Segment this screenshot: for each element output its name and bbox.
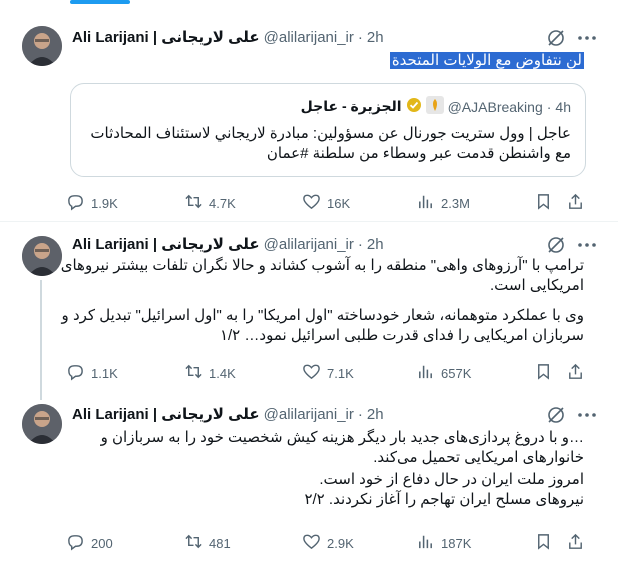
bookmark-button[interactable] <box>534 362 553 384</box>
tweet-paragraph: نیروهای مسلح ایران تهاجم را آغاز نکردند.… <box>304 491 584 508</box>
views-icon <box>416 362 435 384</box>
like-count: 16K <box>327 195 351 211</box>
tweet-header: Ali Larijani | علی لاریجانی @alilarijani… <box>72 234 384 254</box>
like-icon <box>302 192 321 214</box>
bookmark-button[interactable] <box>534 532 553 554</box>
tweet-3[interactable]: Ali Larijani | علی لاریجانی @alilarijani… <box>0 392 618 564</box>
author-name[interactable]: Ali Larijani | علی لاریجانی <box>72 28 260 46</box>
views-icon <box>416 532 435 554</box>
views-button[interactable]: 657K <box>416 362 471 384</box>
active-tab-indicator <box>70 0 130 4</box>
views-button[interactable]: 2.3M <box>416 192 470 214</box>
tweet-paragraph: ترامپ با "آرزوهای واهی" منطقه را به آشوب… <box>60 257 584 294</box>
thread-connector <box>40 280 42 400</box>
repost-button[interactable]: 481 <box>184 532 231 554</box>
tweet-paragraph: امروز ملت ایران در حال دفاع از خود است. <box>319 471 584 488</box>
more-icon[interactable] <box>576 235 598 255</box>
avatar[interactable] <box>22 26 62 66</box>
tweet-actions: 1.9K 4.7K 16K 2.3M <box>66 192 582 214</box>
tweet-actions: 200 481 2.9K 187K <box>66 532 582 554</box>
reply-button[interactable]: 200 <box>66 532 113 554</box>
like-count: 7.1K <box>327 365 354 381</box>
repost-count: 4.7K <box>209 195 236 211</box>
timestamp[interactable]: 2h <box>367 406 384 423</box>
quote-header: الجزيرة - عاجل @AJABreaking · 4h <box>301 96 571 117</box>
author-name[interactable]: Ali Larijani | علی لاریجانی <box>72 405 260 423</box>
share-icon <box>566 532 585 554</box>
verified-badge-icon <box>406 97 422 116</box>
quote-timestamp: 4h <box>555 98 571 115</box>
share-icon <box>566 362 585 384</box>
views-count: 657K <box>441 365 472 381</box>
like-count: 2.9K <box>327 535 354 551</box>
like-button[interactable]: 16K <box>302 192 350 214</box>
reply-icon <box>66 532 85 554</box>
bookmark-icon <box>534 532 553 554</box>
separator-dot: · <box>357 235 363 253</box>
views-count: 187K <box>441 535 472 551</box>
author-name[interactable]: Ali Larijani | علی لاریجانی <box>72 235 260 253</box>
views-count: 2.3M <box>441 195 470 211</box>
tweet-text: …و با دروغ پردازی‌های جدید بار دیگر هزین… <box>60 428 584 510</box>
author-handle[interactable]: @alilarijani_ir <box>264 236 354 253</box>
grok-icon[interactable] <box>546 405 566 425</box>
separator-dot: · <box>357 405 363 423</box>
repost-button[interactable]: 4.7K <box>184 192 236 214</box>
like-button[interactable]: 7.1K <box>302 362 354 384</box>
tweet-1[interactable]: Ali Larijani | علی لاریجانی @alilarijani… <box>0 14 618 222</box>
repost-icon <box>184 362 203 384</box>
reply-button[interactable]: 1.9K <box>66 192 118 214</box>
quote-text: عاجل | وول ستريت جورنال عن مسؤولين: مباد… <box>90 125 571 162</box>
views-button[interactable]: 187K <box>416 532 471 554</box>
share-icon <box>566 192 585 214</box>
grok-icon[interactable] <box>546 28 566 48</box>
more-icon[interactable] <box>576 28 598 48</box>
more-icon[interactable] <box>576 405 598 425</box>
bookmark-button[interactable] <box>534 192 553 214</box>
tweet-paragraph: …و با دروغ پردازی‌های جدید بار دیگر هزین… <box>100 429 584 466</box>
like-button[interactable]: 2.9K <box>302 532 354 554</box>
quote-author-name: الجزيرة - عاجل <box>300 98 402 114</box>
separator-dot: · <box>357 28 363 46</box>
tweet-header: Ali Larijani | علی لاریجانی @alilarijani… <box>72 27 384 47</box>
tweet-text: ترامپ با "آرزوهای واهی" منطقه را به آشوب… <box>60 256 584 346</box>
avatar[interactable] <box>22 404 62 444</box>
tweet-actions: 1.1K 1.4K 7.1K 657K <box>66 362 582 384</box>
views-icon <box>416 192 435 214</box>
repost-count: 481 <box>209 535 231 551</box>
author-handle[interactable]: @alilarijani_ir <box>264 29 354 46</box>
reply-count: 200 <box>91 535 113 551</box>
reply-count: 1.1K <box>91 365 118 381</box>
tweet-paragraph: وی با عملکرد متوهمانه، شعار خودساخته "او… <box>61 307 584 344</box>
timestamp[interactable]: 2h <box>367 236 384 253</box>
quoted-tweet[interactable]: الجزيرة - عاجل @AJABreaking · 4h عاجل | … <box>70 83 586 177</box>
share-button[interactable] <box>566 532 585 554</box>
quote-handle: @AJABreaking <box>447 98 543 115</box>
share-button[interactable] <box>566 192 585 214</box>
like-icon <box>302 532 321 554</box>
tweet-text: لن نتفاوض مع الولايات المتحدة <box>60 51 584 71</box>
tweet-2[interactable]: Ali Larijani | علی لاریجانی @alilarijani… <box>0 222 618 400</box>
aljazeera-logo-icon <box>425 96 444 117</box>
repost-count: 1.4K <box>209 365 236 381</box>
separator-dot: · <box>546 98 552 115</box>
avatar[interactable] <box>22 236 62 276</box>
author-handle[interactable]: @alilarijani_ir <box>264 406 354 423</box>
like-icon <box>302 362 321 384</box>
tweet-header: Ali Larijani | علی لاریجانی @alilarijani… <box>72 404 384 424</box>
reply-button[interactable]: 1.1K <box>66 362 118 384</box>
timestamp[interactable]: 2h <box>367 29 384 46</box>
repost-icon <box>184 532 203 554</box>
bookmark-icon <box>534 192 553 214</box>
reply-count: 1.9K <box>91 195 118 211</box>
bookmark-icon <box>534 362 553 384</box>
repost-icon <box>184 192 203 214</box>
grok-icon[interactable] <box>546 235 566 255</box>
selected-text: لن نتفاوض مع الولايات المتحدة <box>389 52 584 69</box>
reply-icon <box>66 192 85 214</box>
share-button[interactable] <box>566 362 585 384</box>
reply-icon <box>66 362 85 384</box>
repost-button[interactable]: 1.4K <box>184 362 236 384</box>
